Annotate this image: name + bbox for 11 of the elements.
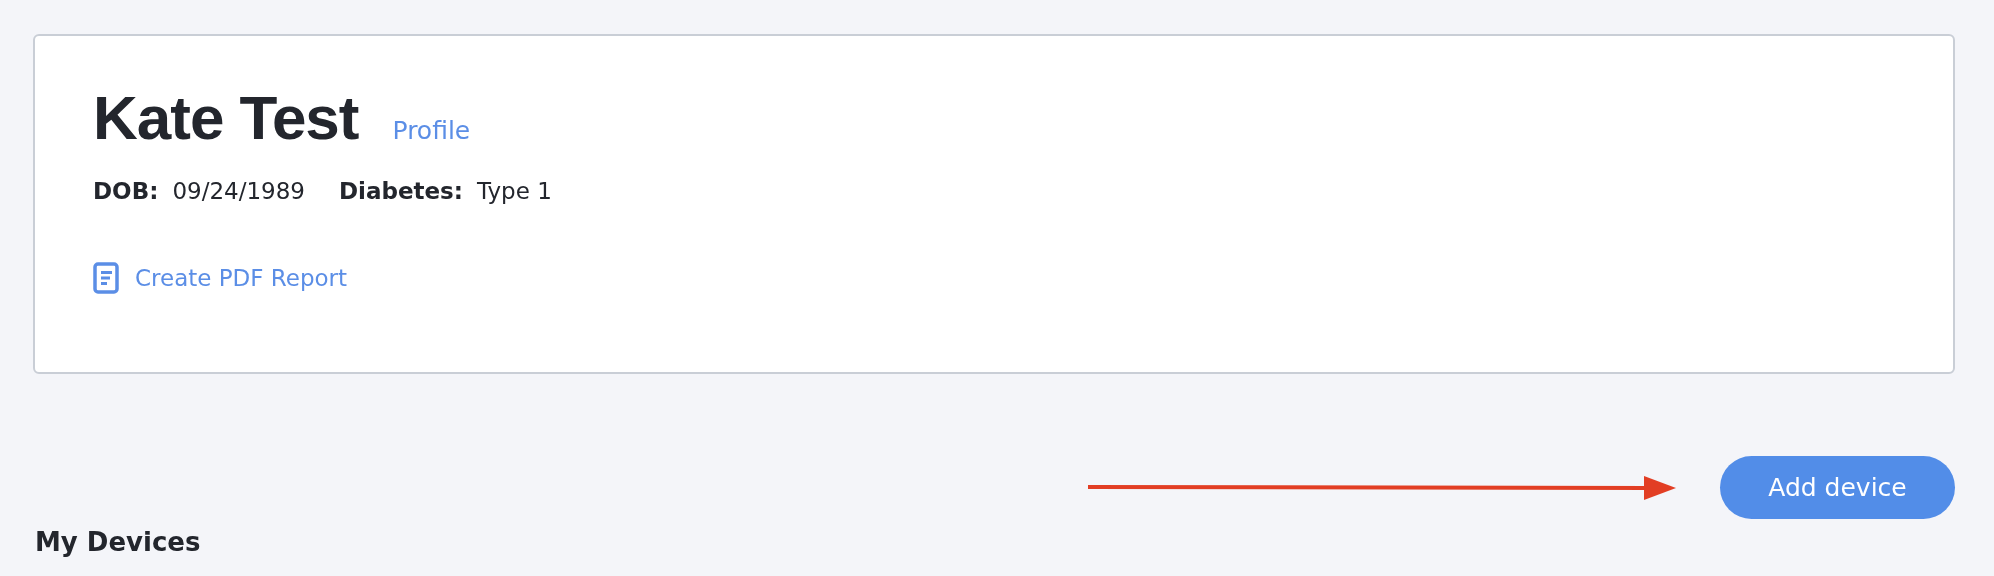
profile-link[interactable]: Profile: [392, 116, 471, 145]
arrow-icon: [1088, 475, 1676, 500]
field-value: Type 1: [477, 178, 552, 204]
create-report-link[interactable]: Create PDF Report: [135, 265, 348, 291]
patient-name: Kate Test: [93, 82, 359, 154]
section-title: My Devices: [35, 527, 202, 557]
document-icon[interactable]: [93, 262, 119, 294]
field-label: Diabetes:: [338, 178, 463, 204]
field-label: DOB:: [93, 178, 159, 204]
field-value: 09/24/1989: [172, 178, 305, 204]
add-device-button[interactable]: Add device: [1720, 456, 1955, 519]
